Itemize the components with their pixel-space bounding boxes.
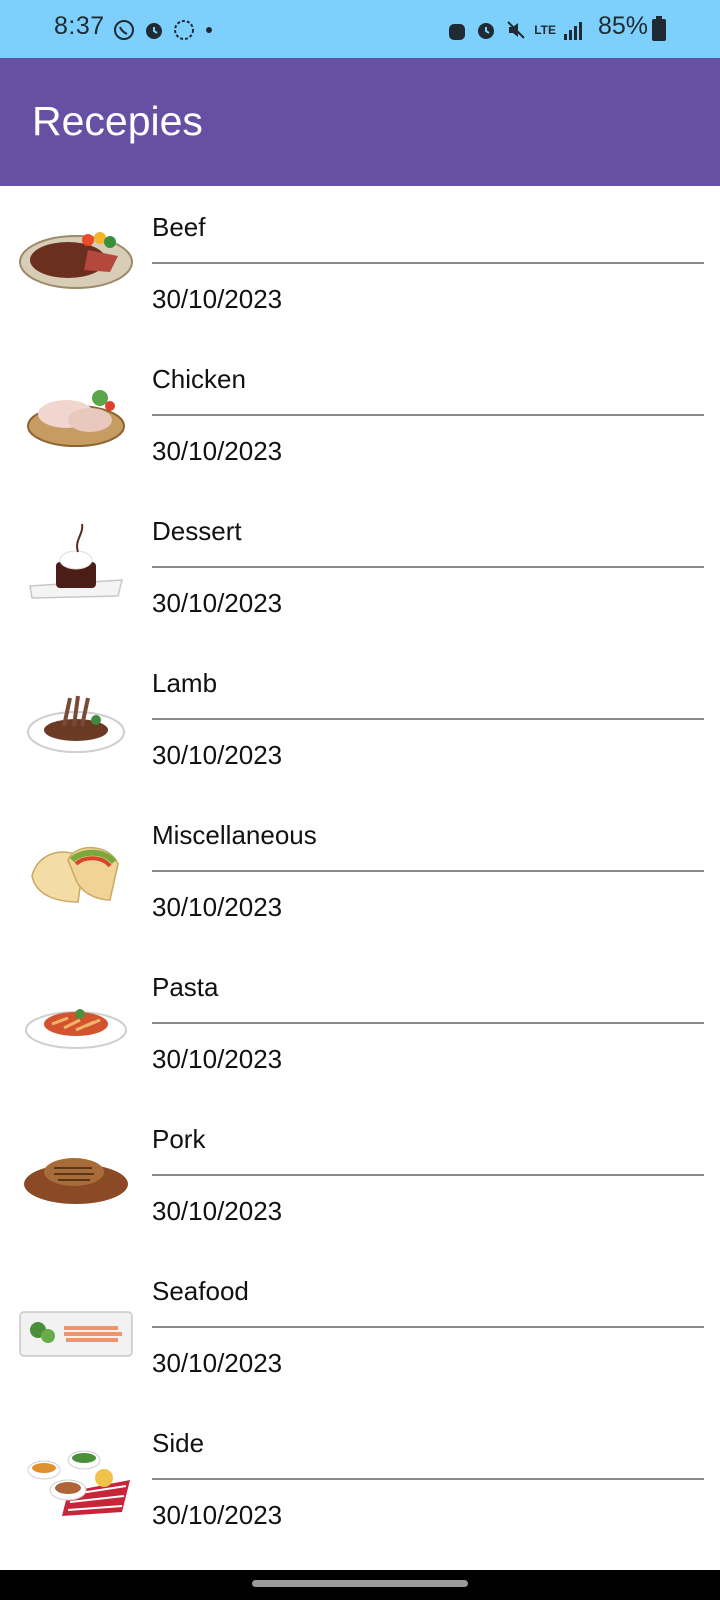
recipe-date: 30/10/2023: [152, 284, 283, 314]
recipe-name: Seafood: [152, 1276, 249, 1306]
status-right-icons: LTE: [446, 18, 584, 42]
sync-icon: [172, 18, 196, 42]
list-item[interactable]: Dessert 30/10/2023: [0, 490, 720, 642]
divider: [152, 1478, 704, 1480]
mute-icon: [504, 18, 528, 42]
recipe-name: Pork: [152, 1124, 206, 1154]
dessert-image: [18, 516, 134, 616]
status-time: 8:37: [54, 12, 105, 40]
app-bar: Recepies: [0, 58, 720, 186]
divider: [152, 870, 704, 872]
battery-icon: [652, 16, 666, 42]
list-item[interactable]: Pork 30/10/2023: [0, 1098, 720, 1250]
recipe-name: Miscellaneous: [152, 820, 317, 850]
recipe-name: Dessert: [152, 516, 242, 546]
battery-percent: 85%: [597, 12, 648, 40]
divider: [152, 566, 704, 568]
lamb-image: [18, 668, 134, 768]
app-title: Recepies: [32, 98, 203, 144]
list-item[interactable]: Pasta 30/10/2023: [0, 946, 720, 1098]
notification-dot-icon: [202, 18, 216, 42]
recipe-date: 30/10/2023: [152, 1044, 283, 1074]
recipe-name: Lamb: [152, 668, 218, 698]
status-left-icons: [112, 18, 216, 42]
lte-icon: LTE: [534, 23, 556, 37]
recipe-date: 30/10/2023: [152, 1196, 283, 1226]
status-bar: 8:37 LTE 85%: [0, 0, 720, 58]
pasta-image: [18, 972, 134, 1072]
list-item[interactable]: Miscellaneous 30/10/2023: [0, 794, 720, 946]
alarm-lock-icon: [446, 18, 468, 42]
divider: [152, 262, 704, 264]
divider: [152, 414, 704, 416]
recipe-date: 30/10/2023: [152, 740, 283, 770]
recipe-name: Chicken: [152, 364, 246, 394]
beef-image: [18, 212, 134, 312]
list-item[interactable]: Chicken 30/10/2023: [0, 338, 720, 490]
list-item[interactable]: Seafood 30/10/2023: [0, 1250, 720, 1402]
recipe-name: Side: [152, 1428, 205, 1458]
chicken-image: [18, 364, 134, 464]
list-item[interactable]: Beef 30/10/2023: [0, 186, 720, 338]
divider: [152, 718, 704, 720]
navigation-bar: [0, 1570, 720, 1600]
list-item[interactable]: Side 30/10/2023: [0, 1402, 720, 1554]
recipe-date: 30/10/2023: [152, 892, 283, 922]
list-item[interactable]: Lamb 30/10/2023: [0, 642, 720, 794]
seafood-image: [18, 1276, 134, 1376]
alarm-icon: [474, 18, 498, 42]
recipe-date: 30/10/2023: [152, 588, 283, 618]
side-image: [18, 1428, 134, 1528]
taco-image: [18, 820, 134, 920]
divider: [152, 1174, 704, 1176]
divider: [152, 1326, 704, 1328]
recipe-date: 30/10/2023: [152, 1348, 283, 1378]
whatsapp-icon: [112, 18, 136, 42]
divider: [152, 1022, 704, 1024]
recipe-date: 30/10/2023: [152, 436, 283, 466]
recipe-name: Pasta: [152, 972, 219, 1002]
alarm-icon: [142, 18, 166, 42]
signal-icon: [562, 18, 584, 42]
recipe-date: 30/10/2023: [152, 1500, 283, 1530]
pork-image: [18, 1124, 134, 1224]
home-gesture-handle[interactable]: [252, 1580, 468, 1587]
recipe-name: Beef: [152, 212, 206, 242]
